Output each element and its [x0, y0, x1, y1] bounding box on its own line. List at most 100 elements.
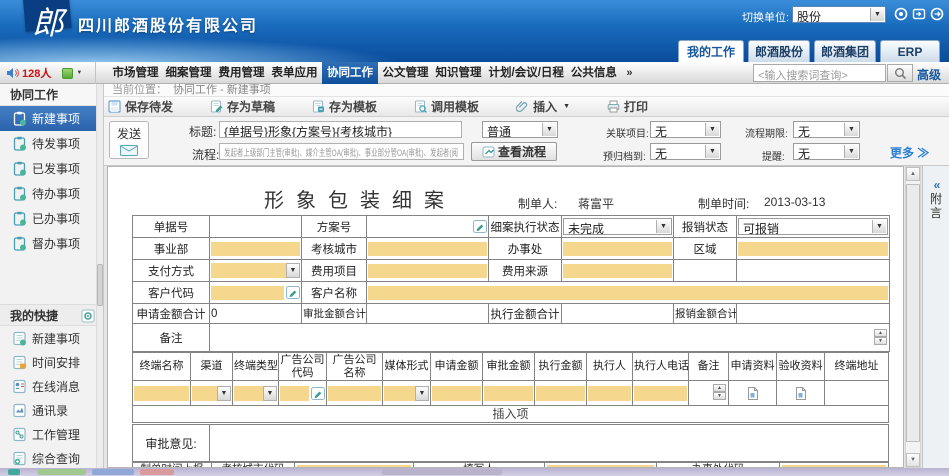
load-template-button[interactable]: 调用模板: [414, 98, 479, 115]
menu-market[interactable]: 市场管理: [110, 62, 161, 84]
advanced-search-link[interactable]: 高级: [917, 66, 941, 83]
quick-item-work[interactable]: 工作管理: [0, 422, 103, 446]
title-input[interactable]: {单据号}形象{方案号}{考核城市}: [219, 121, 462, 138]
taskbar-icon[interactable]: [8, 469, 20, 475]
save-template-button[interactable]: 存为模板: [312, 98, 377, 115]
menu-knowledge[interactable]: 知识管理: [433, 62, 484, 84]
presence-status-icon[interactable]: [62, 68, 73, 79]
menu-schedule[interactable]: 计划/会议/日程: [486, 62, 566, 84]
print-button[interactable]: 打印: [607, 98, 648, 115]
quick-item-messages[interactable]: 在线消息: [0, 374, 103, 398]
tab-langjiu-group[interactable]: 郎酒集团: [814, 40, 876, 62]
form-scrollbar[interactable]: ▲ ▼: [905, 166, 921, 468]
menu-public-info[interactable]: 公共信息: [568, 62, 619, 84]
executor-phone-input[interactable]: [633, 381, 689, 406]
menu-collaboration[interactable]: 协同工作: [322, 62, 378, 84]
menu-documents[interactable]: 公文管理: [380, 62, 431, 84]
apply-doc-attach[interactable]: [729, 381, 777, 406]
remind-select[interactable]: 无: [793, 143, 860, 160]
related-project-select[interactable]: 无: [650, 121, 721, 138]
insert-item-row[interactable]: 插入项: [133, 406, 889, 423]
presence-caret-icon[interactable]: ▼: [76, 70, 82, 76]
expense-item-input[interactable]: [367, 260, 489, 282]
approve-amount-input[interactable]: [483, 381, 535, 406]
media-type-select[interactable]: ▼: [383, 381, 431, 406]
switch-unit-select[interactable]: 股份: [792, 6, 886, 23]
sidebar-item-supervise[interactable]: 督办事项: [0, 231, 103, 256]
reimburse-status-select[interactable]: 可报销: [737, 216, 890, 238]
menu-plan-detail[interactable]: 细案管理: [163, 62, 214, 84]
approval-content[interactable]: [210, 425, 889, 463]
sidebar-scrollbar[interactable]: [96, 84, 103, 468]
insert-button[interactable]: 插入 ▼: [516, 98, 570, 115]
ad-company-name-input[interactable]: [327, 381, 383, 406]
expense-source-input[interactable]: [562, 260, 674, 282]
quick-item-schedule[interactable]: 时间安排: [0, 350, 103, 374]
menu-forms[interactable]: 表单应用: [269, 62, 320, 84]
detail-header: 执行人电话: [633, 353, 689, 381]
more-options-link[interactable]: 更多 ≫: [890, 144, 929, 161]
field-label: 方案号: [302, 216, 367, 238]
flow-input[interactable]: 发起者上级部门主管(审批)、媒介主管OA(审批)、事业部分管OA(审批)、发起者…: [219, 143, 464, 160]
sidebar-item-tosend[interactable]: 待发事项: [0, 131, 103, 156]
taskbar-icon[interactable]: [38, 469, 86, 475]
tab-erp[interactable]: ERP: [880, 40, 940, 62]
sidebar-item-todo[interactable]: 待办事项: [0, 181, 103, 206]
sidebar-item-sent[interactable]: 已发事项: [0, 156, 103, 181]
mail-icon[interactable]: [912, 7, 926, 21]
quick-item-contacts[interactable]: 通讯录: [0, 398, 103, 422]
attachment-icon: [747, 387, 759, 400]
doc-no-input[interactable]: [210, 216, 302, 238]
tab-my-work[interactable]: 我的工作: [678, 40, 744, 62]
collapse-panel-icon[interactable]: «: [923, 178, 949, 192]
taskbar-icon[interactable]: [140, 469, 174, 475]
pay-method-select[interactable]: ▼: [210, 260, 302, 282]
office-input[interactable]: [562, 238, 674, 260]
archive-select[interactable]: 无: [650, 143, 721, 160]
taskbar-icon[interactable]: [92, 469, 134, 475]
terminal-name-input[interactable]: [133, 381, 191, 406]
field-label: 客户名称: [302, 282, 367, 304]
customer-code-input[interactable]: [210, 282, 302, 304]
search-button[interactable]: [887, 64, 913, 82]
region-input[interactable]: [737, 238, 890, 260]
priority-select[interactable]: 普通: [482, 121, 558, 138]
channel-select[interactable]: ▼: [191, 381, 233, 406]
quick-item-new[interactable]: 新建事项: [0, 326, 103, 350]
exec-status-select[interactable]: 未完成: [562, 216, 674, 238]
attachment-panel: « 附 言: [922, 166, 949, 468]
send-button[interactable]: 发送: [109, 121, 149, 159]
exec-amount-input[interactable]: [535, 381, 587, 406]
menu-expense[interactable]: 费用管理: [216, 62, 267, 84]
plan-no-input[interactable]: [367, 216, 489, 238]
gear-icon[interactable]: [81, 309, 95, 323]
sidebar-item-new[interactable]: 新建事项: [0, 106, 103, 131]
online-users[interactable]: 128人 ▼: [0, 62, 96, 84]
executor-input[interactable]: [587, 381, 633, 406]
terminal-address-cell[interactable]: [825, 381, 889, 406]
accept-doc-attach[interactable]: [777, 381, 825, 406]
flow-deadline-select[interactable]: 无: [793, 121, 860, 138]
save-draft-button[interactable]: 存为草稿: [210, 98, 275, 115]
save-pending-button[interactable]: 保存待发: [108, 98, 173, 115]
terminal-type-select[interactable]: ▼: [233, 381, 279, 406]
logout-icon[interactable]: [930, 7, 944, 21]
row-remark-input[interactable]: ▲▼: [689, 381, 729, 406]
bottom-row-table: 制单时间上报 考核城市代码 填写人 办事处代码: [132, 461, 889, 468]
ad-company-code-input[interactable]: [279, 381, 327, 406]
portal-icon[interactable]: [894, 7, 908, 21]
customer-name-input[interactable]: [367, 282, 890, 304]
assess-city-input[interactable]: [367, 238, 489, 260]
division-input[interactable]: [210, 238, 302, 260]
view-flow-button[interactable]: 查看流程: [471, 142, 557, 161]
breadcrumb: 当前位置：协同工作 - 新建事项: [104, 84, 949, 97]
menu-more-icon[interactable]: »: [621, 62, 637, 84]
quick-item-query[interactable]: 综合查询: [0, 446, 103, 470]
apply-amount-input[interactable]: [431, 381, 483, 406]
tab-langjiu-gufen[interactable]: 郎酒股份: [748, 40, 810, 62]
sidebar-item-done[interactable]: 已办事项: [0, 206, 103, 231]
remark-input[interactable]: ▲▼: [210, 324, 890, 352]
spinner-icon[interactable]: ▲▼: [874, 329, 887, 345]
search-input[interactable]: <输入搜索词查询>: [753, 64, 886, 82]
taskbar-icon[interactable]: [382, 469, 502, 475]
